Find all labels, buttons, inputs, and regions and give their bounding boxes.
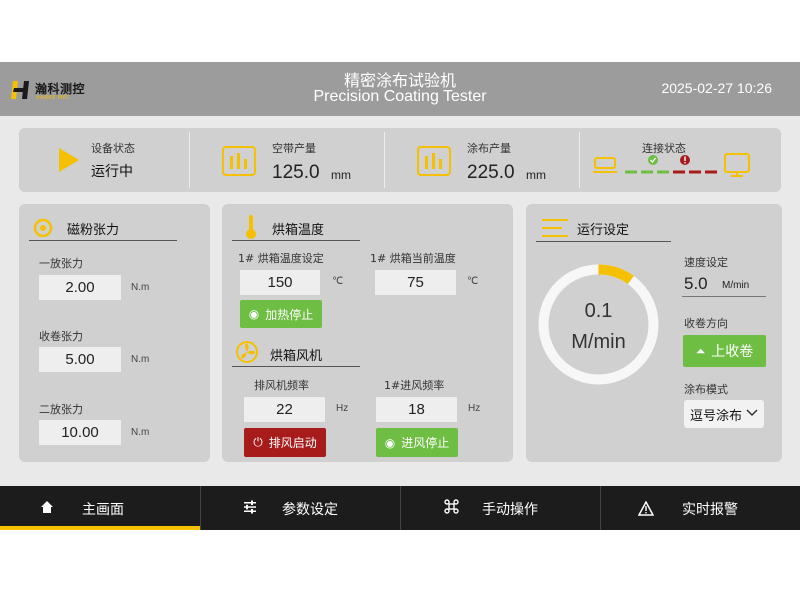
datetime-display: 2025-02-27 10:26 bbox=[661, 80, 772, 96]
status-bar: 设备状态 运行中 空带产量 125.0 mm 涂布产量 225.0 mm 连接状… bbox=[19, 128, 781, 192]
unwind1-tension-unit: N.m bbox=[131, 282, 150, 293]
inlet-stop-label: 进风停止 bbox=[401, 436, 450, 450]
status-divider bbox=[384, 132, 385, 188]
inlet-freq-input[interactable]: 18 bbox=[376, 397, 457, 422]
nav-params[interactable]: 参数设定 bbox=[200, 486, 400, 530]
inlet-stop-button[interactable]: ◉ 进风停止 bbox=[376, 428, 458, 457]
heating-stop-button[interactable]: ◉ 加热停止 bbox=[240, 300, 322, 328]
rewind-up-button[interactable]: ⏶ 上收卷 bbox=[683, 335, 766, 367]
rewind-tension-input[interactable]: 5.00 bbox=[39, 347, 121, 372]
power-icon: ⏻ bbox=[253, 435, 263, 449]
exhaust-freq-label: 排风机频率 bbox=[254, 379, 309, 392]
coating-output-value: 225.0 bbox=[467, 162, 515, 183]
status-divider bbox=[189, 132, 190, 188]
rewind-tension-unit: N.m bbox=[131, 354, 150, 365]
gauge-fill-arc bbox=[598, 264, 634, 285]
tension-panel: 磁粉张力 一放张力 2.00 N.m 收卷张力 5.00 N.m 二放张力 10… bbox=[19, 204, 210, 462]
home-icon bbox=[41, 501, 53, 513]
exhaust-freq-unit: Hz bbox=[336, 403, 349, 414]
chevron-down-icon bbox=[746, 409, 758, 417]
nav-home-label: 主画面 bbox=[82, 502, 124, 518]
speed-setting-input[interactable]: 5.0 M/min bbox=[682, 273, 766, 297]
coating-mode-label: 涂布模式 bbox=[684, 383, 728, 396]
warning-icon bbox=[638, 501, 654, 516]
empty-output-value: 125.0 bbox=[272, 162, 320, 183]
oven-fan-title: 烘箱风机 bbox=[270, 349, 323, 364]
gauge-speed-unit: M/min bbox=[571, 331, 626, 353]
stop-circle-icon: ◉ bbox=[248, 307, 260, 321]
empty-output-label: 空带产量 bbox=[272, 142, 316, 155]
speed-setting-label: 速度设定 bbox=[684, 256, 728, 269]
play-icon bbox=[59, 148, 79, 172]
unwind2-tension-unit: N.m bbox=[131, 427, 150, 438]
stop-circle-icon: ◉ bbox=[384, 435, 396, 450]
exhaust-start-label: 排风启动 bbox=[268, 436, 317, 450]
coating-output-unit: mm bbox=[526, 168, 546, 182]
unwind2-tension-input[interactable]: 10.00 bbox=[39, 420, 121, 445]
nav-alarm-label: 实时报警 bbox=[682, 502, 738, 518]
exhaust-start-button[interactable]: ⏻ 排风启动 bbox=[244, 428, 326, 457]
nav-manual-label: 手动操作 bbox=[482, 502, 538, 518]
rewind-up-label: 上收卷 bbox=[711, 344, 754, 360]
command-key-icon bbox=[444, 499, 459, 514]
gauge-track bbox=[538, 264, 659, 385]
bar-chart-icon bbox=[222, 146, 256, 176]
oven-current-temp-unit: ℃ bbox=[467, 276, 479, 287]
oven-current-temp-label: 1# 烘箱当前温度 bbox=[370, 252, 456, 265]
oven-current-temp-value: 75 bbox=[375, 270, 456, 295]
rewind-tension-label: 收卷张力 bbox=[39, 330, 83, 343]
oven-panel: 烘箱温度 1# 烘箱温度设定 150 ℃ 1# 烘箱当前温度 75 ℃ ◉ 加热… bbox=[222, 204, 513, 462]
rewind-direction-label: 收卷方向 bbox=[684, 317, 728, 330]
coating-mode-select[interactable]: 逗号涂布 bbox=[684, 400, 764, 428]
thermometer-icon bbox=[246, 215, 256, 239]
device-status-label: 设备状态 bbox=[91, 142, 135, 155]
run-settings-title: 运行设定 bbox=[577, 223, 630, 238]
coating-mode-value: 逗号涂布 bbox=[690, 408, 743, 424]
nav-home[interactable]: 主画面 bbox=[0, 486, 200, 530]
settings-lines-icon bbox=[542, 219, 568, 237]
oven-set-temp-label: 1# 烘箱温度设定 bbox=[238, 252, 324, 265]
nav-active-indicator bbox=[0, 526, 200, 530]
tension-roll-icon bbox=[33, 218, 53, 238]
oven-set-temp-input[interactable]: 150 bbox=[240, 270, 320, 295]
inlet-freq-label: 1#进风频率 bbox=[384, 379, 445, 392]
speed-setting-value: 5.0 bbox=[684, 274, 708, 293]
connection-diagram-icon bbox=[593, 153, 750, 177]
gauge-speed-value: 0.1 bbox=[584, 300, 613, 322]
double-chevron-up-icon: ⏶ bbox=[695, 343, 706, 358]
tension-panel-title: 磁粉张力 bbox=[67, 223, 120, 238]
coating-output-label: 涂布产量 bbox=[467, 142, 511, 155]
unwind1-tension-label: 一放张力 bbox=[39, 257, 83, 270]
exhaust-freq-input[interactable]: 22 bbox=[244, 397, 325, 422]
speed-setting-unit: M/min bbox=[722, 280, 750, 291]
device-status-value: 运行中 bbox=[91, 164, 133, 180]
speed-gauge bbox=[538, 264, 659, 385]
fan-icon bbox=[236, 341, 258, 363]
title-underline bbox=[29, 240, 177, 241]
title-underline bbox=[536, 241, 671, 242]
nav-manual[interactable]: 手动操作 bbox=[400, 486, 600, 530]
bar-chart-icon bbox=[417, 146, 451, 176]
heating-stop-label: 加热停止 bbox=[265, 307, 314, 322]
nav-params-label: 参数设定 bbox=[282, 502, 338, 518]
inlet-freq-unit: Hz bbox=[468, 403, 481, 414]
status-divider bbox=[579, 132, 580, 188]
oven-temp-title: 烘箱温度 bbox=[272, 223, 325, 238]
bottom-nav: 主画面 参数设定 手动操作 实时报警 bbox=[0, 486, 800, 530]
title-underline bbox=[232, 366, 360, 367]
sliders-icon bbox=[244, 500, 256, 514]
header-bar: 瀚科测控 HANKE MEC 精密涂布试验机 Precision Coating… bbox=[0, 62, 800, 116]
unwind1-tension-input[interactable]: 2.00 bbox=[39, 275, 121, 300]
oven-set-temp-unit: ℃ bbox=[332, 276, 344, 287]
nav-alarm[interactable]: 实时报警 bbox=[600, 486, 800, 530]
title-underline bbox=[232, 240, 360, 241]
empty-output-unit: mm bbox=[331, 168, 351, 182]
unwind2-tension-label: 二放张力 bbox=[39, 403, 83, 416]
